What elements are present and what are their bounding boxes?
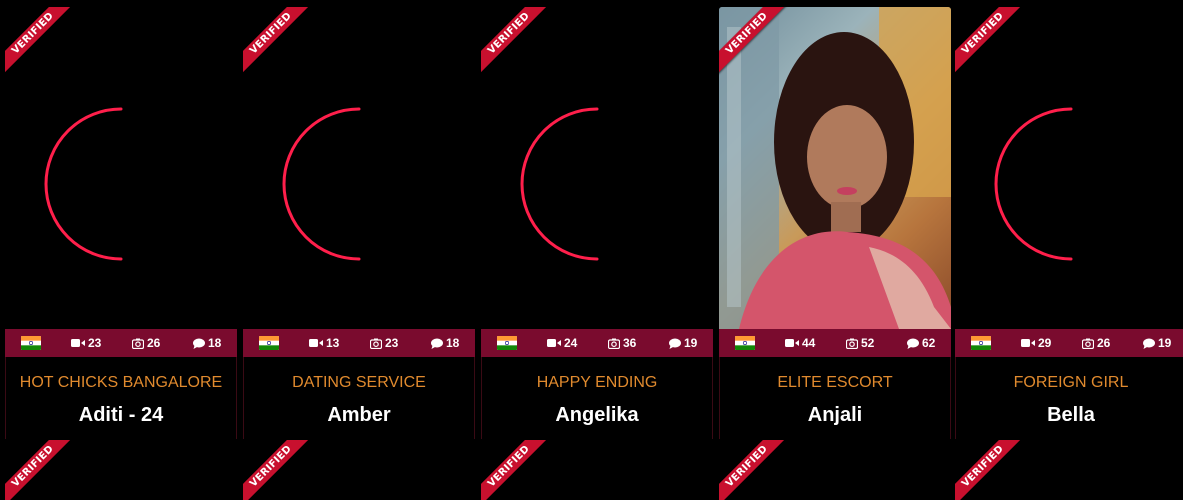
video-count: 13 <box>309 336 339 350</box>
india-flag-icon <box>497 336 517 350</box>
video-count: 44 <box>785 336 815 350</box>
comment-icon <box>907 338 919 349</box>
profile-stats-bar: 24 36 19 <box>481 329 713 357</box>
loading-spinner-icon <box>282 107 361 261</box>
profile-card[interactable]: VERIFIED 44 52 62 ELITE ESCORT Anjali <box>719 7 951 439</box>
verified-label: VERIFIED <box>481 440 550 500</box>
comment-icon <box>669 338 681 349</box>
photo-count: 52 <box>846 336 874 350</box>
profile-stats-bar: 13 23 18 <box>243 329 475 357</box>
camera-icon <box>1082 338 1094 349</box>
video-camera-icon <box>309 339 323 347</box>
india-flag-icon <box>735 336 755 350</box>
video-count: 24 <box>547 336 577 350</box>
profile-category[interactable]: FOREIGN GIRL <box>956 373 1183 393</box>
video-count: 23 <box>71 336 101 350</box>
loading-spinner-icon <box>520 107 599 261</box>
loading-spinner-icon <box>994 107 1073 261</box>
verified-label: VERIFIED <box>5 440 74 500</box>
profile-card[interactable]: VERIFIED 13 23 18 DATING SERVICE Amber <box>243 7 475 439</box>
verified-label: VERIFIED <box>955 440 1024 500</box>
verified-ribbon: VERIFIED <box>955 440 1025 500</box>
video-camera-icon <box>71 339 85 347</box>
profile-name[interactable]: Anjali <box>720 403 950 427</box>
video-camera-icon <box>785 339 799 347</box>
profile-info[interactable]: FOREIGN GIRL Bella <box>955 357 1183 439</box>
verified-label: VERIFIED <box>719 440 788 500</box>
profile-name[interactable]: Aditi - 24 <box>6 403 236 427</box>
india-flag-icon <box>21 336 41 350</box>
profile-name[interactable]: Amber <box>244 403 474 427</box>
camera-icon <box>846 338 858 349</box>
profile-info[interactable]: ELITE ESCORT Anjali <box>719 357 951 439</box>
profile-card[interactable]: VERIFIED <box>719 440 951 500</box>
profile-photo-placeholder[interactable] <box>243 7 475 329</box>
camera-icon <box>608 338 620 349</box>
profile-card[interactable]: VERIFIED <box>481 440 713 500</box>
profile-category[interactable]: DATING SERVICE <box>244 373 474 393</box>
india-flag-icon <box>259 336 279 350</box>
profile-card[interactable]: VERIFIED <box>955 440 1183 500</box>
profile-stats-bar: 29 26 19 <box>955 329 1183 357</box>
verified-ribbon: VERIFIED <box>719 440 789 500</box>
profile-category[interactable]: HOT CHICKS BANGALORE <box>6 373 236 393</box>
verified-ribbon: VERIFIED <box>481 440 551 500</box>
comment-count: 19 <box>1143 336 1171 350</box>
camera-icon <box>370 338 382 349</box>
verified-label: VERIFIED <box>243 440 312 500</box>
india-flag-icon <box>971 336 991 350</box>
video-camera-icon <box>1021 339 1035 347</box>
photo-count: 26 <box>132 336 160 350</box>
profile-stats-bar: 23 26 18 <box>5 329 237 357</box>
profile-photo-placeholder[interactable] <box>5 7 237 329</box>
profile-card[interactable]: VERIFIED <box>5 440 237 500</box>
portrait-photo-icon <box>719 7 951 329</box>
profile-card[interactable]: VERIFIED <box>243 440 475 500</box>
profile-stats-bar: 44 52 62 <box>719 329 951 357</box>
profile-card[interactable]: VERIFIED 24 36 19 HAPPY ENDING Angelika <box>481 7 713 439</box>
profile-card[interactable]: VERIFIED 29 26 19 FOREIGN GIRL Bella <box>955 7 1183 439</box>
photo-count: 23 <box>370 336 398 350</box>
verified-ribbon: VERIFIED <box>243 440 313 500</box>
video-camera-icon <box>547 339 561 347</box>
profile-info[interactable]: DATING SERVICE Amber <box>243 357 475 439</box>
comment-icon <box>193 338 205 349</box>
profile-grid: VERIFIED 23 26 18 HOT CHICKS BANGALORE A… <box>0 0 1183 500</box>
comment-count: 18 <box>193 336 221 350</box>
comment-count: 62 <box>907 336 935 350</box>
profile-category[interactable]: ELITE ESCORT <box>720 373 950 393</box>
photo-count: 36 <box>608 336 636 350</box>
camera-icon <box>132 338 144 349</box>
photo-count: 26 <box>1082 336 1110 350</box>
comment-icon <box>1143 338 1155 349</box>
profile-name[interactable]: Angelika <box>482 403 712 427</box>
loading-spinner-icon <box>44 107 123 261</box>
profile-card[interactable]: VERIFIED 23 26 18 HOT CHICKS BANGALORE A… <box>5 7 237 439</box>
profile-photo-placeholder[interactable] <box>481 7 713 329</box>
profile-photo-placeholder[interactable] <box>955 7 1183 329</box>
verified-ribbon: VERIFIED <box>5 440 75 500</box>
comment-count: 18 <box>431 336 459 350</box>
comment-icon <box>431 338 443 349</box>
profile-name[interactable]: Bella <box>956 403 1183 427</box>
comment-count: 19 <box>669 336 697 350</box>
profile-category[interactable]: HAPPY ENDING <box>482 373 712 393</box>
profile-info[interactable]: HOT CHICKS BANGALORE Aditi - 24 <box>5 357 237 439</box>
video-count: 29 <box>1021 336 1051 350</box>
profile-photo[interactable] <box>719 7 951 329</box>
profile-info[interactable]: HAPPY ENDING Angelika <box>481 357 713 439</box>
